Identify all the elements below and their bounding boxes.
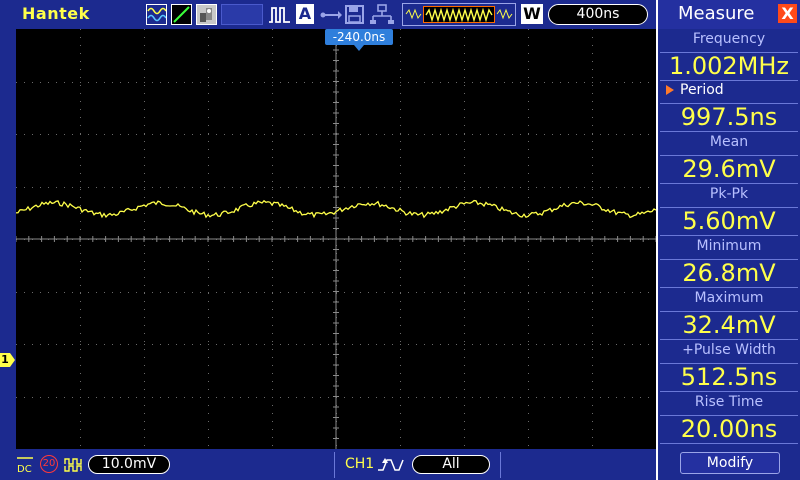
measure-value-mean: 29.6mV	[660, 155, 798, 184]
bandwidth-limit-icon[interactable]: 20	[40, 455, 58, 473]
dc-coupling-icon[interactable]: DC	[16, 456, 34, 475]
channel-1-level-marker[interactable]: 1	[0, 353, 15, 367]
trigger-position-label[interactable]: -240.0ns	[325, 29, 393, 45]
trace-path	[16, 199, 656, 219]
oscilloscope-window: Hantek A W 400ns -240.0ns 1 DC 20 10.0mV…	[0, 0, 800, 480]
selection-arrow-icon	[666, 85, 674, 95]
measure-panel-title: Measure	[678, 3, 755, 24]
volts-per-div-display[interactable]: 10.0mV	[88, 455, 170, 474]
channel-1-trace	[16, 199, 656, 219]
timebase-display[interactable]: 400ns	[548, 4, 648, 25]
measure-value-frequency: 1.002MHz	[660, 52, 798, 81]
bottom-separator	[500, 452, 501, 478]
status-blank-field	[221, 4, 263, 25]
measure-value-period: 997.5ns	[660, 103, 798, 132]
save-icon[interactable]	[344, 4, 365, 25]
modify-button[interactable]: Modify	[680, 452, 780, 474]
waveform-display[interactable]	[16, 29, 656, 449]
trigger-position-marker-icon	[354, 45, 364, 51]
measure-label-frequency[interactable]: Frequency	[658, 29, 800, 49]
measure-label-period[interactable]: Period	[658, 80, 800, 100]
measure-label-pk-pk[interactable]: Pk-Pk	[658, 184, 800, 204]
measure-value-pk-pk: 5.60mV	[660, 207, 798, 236]
measure-label-period-text: Period	[680, 82, 724, 98]
wave-mode-button[interactable]: W	[521, 4, 543, 24]
svg-text:DC: DC	[17, 464, 32, 474]
measure-value-maximum: 32.4mV	[660, 311, 798, 340]
measure-panel: Measure X Frequency 1.002MHz Period 997.…	[656, 0, 800, 480]
measure-label-pulse-width[interactable]: +Pulse Width	[658, 340, 800, 360]
measure-value-rise-time: 20.00ns	[660, 415, 798, 444]
usb-icon	[320, 4, 342, 25]
network-icon	[370, 4, 394, 25]
channel-marker-arrow-icon	[10, 353, 15, 367]
channel-marker-label: 1	[0, 353, 10, 367]
measure-label-minimum[interactable]: Minimum	[658, 236, 800, 256]
waveform-icon[interactable]	[146, 4, 167, 25]
measure-label-rise-time[interactable]: Rise Time	[658, 392, 800, 412]
measure-label-maximum[interactable]: Maximum	[658, 288, 800, 308]
measure-value-pulse-width: 512.5ns	[660, 363, 798, 392]
trigger-source-display[interactable]: All	[412, 455, 490, 474]
waveform-window-indicator	[402, 3, 516, 26]
brand-logo: Hantek	[22, 4, 90, 23]
slope-icon[interactable]	[171, 4, 192, 25]
top-status-bar: Hantek A W 400ns	[0, 0, 656, 29]
dots-icon[interactable]	[196, 4, 217, 25]
pulse-icon[interactable]	[268, 4, 290, 25]
waveform-window-frame	[423, 6, 495, 23]
trigger-channel-label[interactable]: CH1	[345, 456, 374, 472]
measure-panel-header: Measure X	[658, 0, 800, 29]
measure-value-minimum: 26.8mV	[660, 259, 798, 288]
invert-icon[interactable]	[64, 456, 84, 474]
close-button[interactable]: X	[778, 4, 797, 23]
measure-label-mean[interactable]: Mean	[658, 132, 800, 152]
auto-button[interactable]: A	[296, 4, 314, 24]
trigger-edge-icon[interactable]	[377, 456, 407, 474]
bottom-status-bar: DC 20 10.0mV CH1 All	[0, 449, 656, 480]
bottom-separator	[334, 452, 335, 478]
